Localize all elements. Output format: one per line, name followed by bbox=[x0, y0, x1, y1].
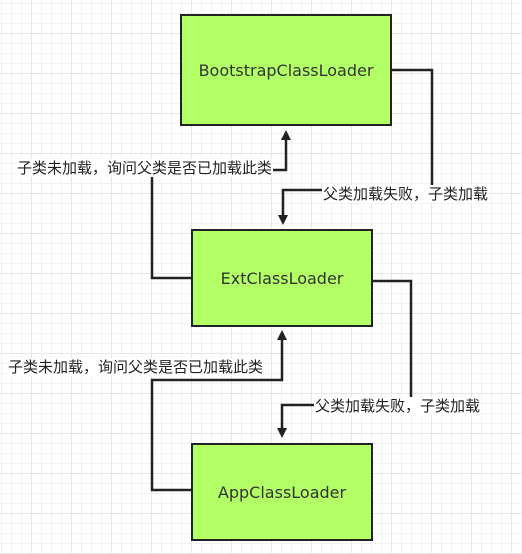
edge-label-ext-ask-bootstrap: 子类未加载，询问父类是否已加载此类 bbox=[16, 159, 274, 177]
ext-class-loader-label: ExtClassLoader bbox=[220, 268, 344, 288]
edge-label-app-ask-ext: 子类未加载，询问父类是否已加载此类 bbox=[7, 358, 265, 376]
edge-label-bootstrap-fail-ext: 父类加载失败，子类加载 bbox=[322, 185, 490, 203]
bootstrap-class-loader-node[interactable]: BootstrapClassLoader bbox=[180, 14, 392, 126]
app-class-loader-label: AppClassLoader bbox=[217, 482, 347, 502]
bootstrap-class-loader-label: BootstrapClassLoader bbox=[198, 60, 374, 80]
edge-label-ext-fail-app: 父类加载失败，子类加载 bbox=[314, 397, 482, 415]
ext-class-loader-node[interactable]: ExtClassLoader bbox=[191, 229, 373, 327]
app-class-loader-node[interactable]: AppClassLoader bbox=[191, 443, 373, 541]
